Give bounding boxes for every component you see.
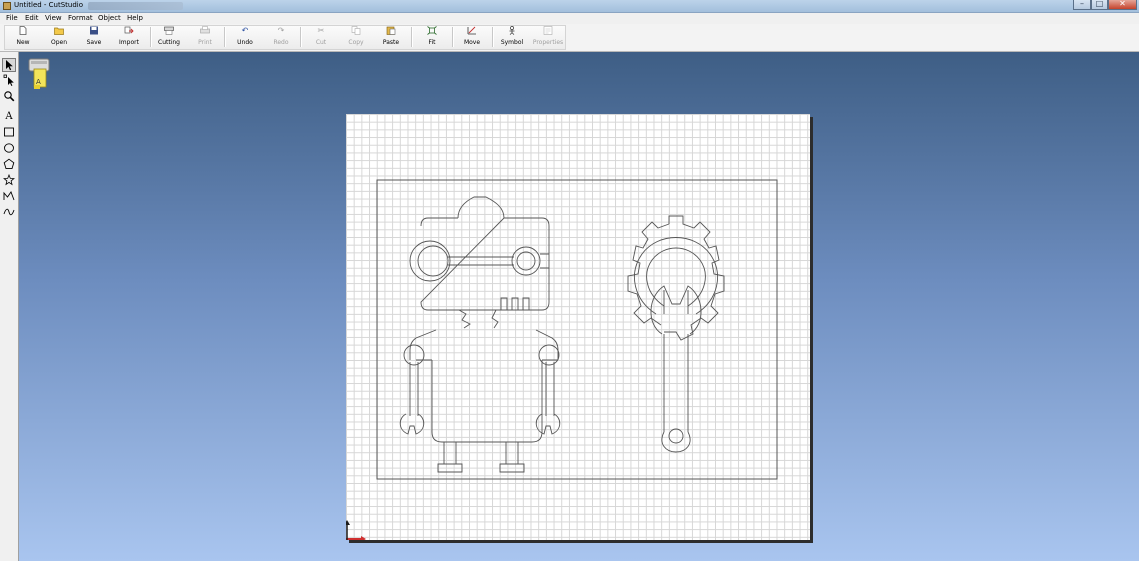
symbol-button-label: Symbol (500, 39, 524, 46)
maximize-button[interactable]: □ (1091, 0, 1108, 10)
printer-icon (200, 26, 210, 35)
import-button-label: Import (119, 39, 139, 46)
move-button-label: Move (463, 39, 481, 46)
cutting-button-label: Cutting (158, 39, 180, 46)
new-document-icon (18, 26, 28, 35)
select-tool[interactable] (2, 58, 16, 72)
polyline-tool[interactable] (2, 190, 16, 204)
menu-edit[interactable]: Edit (25, 14, 39, 22)
cut-button[interactable]: ✂ Cut (308, 25, 334, 49)
new-button-label: New (16, 39, 30, 46)
edit-points-icon (3, 74, 14, 86)
menu-help[interactable]: Help (127, 14, 143, 22)
save-button-label: Save (86, 39, 102, 46)
ellipse-tool[interactable] (2, 142, 16, 156)
toolbar-separator (452, 27, 454, 47)
rectangle-tool[interactable] (2, 126, 16, 140)
print-button-label: Print (198, 39, 212, 46)
fit-button-label: Fit (428, 39, 436, 46)
open-button-label: Open (50, 39, 68, 46)
menu-format[interactable]: Format (68, 14, 93, 22)
print-button[interactable]: Print (192, 25, 218, 49)
svg-text:A: A (36, 78, 41, 86)
symbol-button[interactable]: Symbol (497, 25, 527, 49)
minimize-icon: – (1080, 0, 1084, 8)
polyline-icon (3, 191, 15, 201)
freehand-curve-icon (3, 208, 15, 216)
cutstudio-app-icon[interactable] (3, 2, 11, 10)
import-button[interactable]: Import (115, 25, 143, 49)
fit-view-icon (427, 26, 437, 35)
toolbar-separator (224, 27, 226, 47)
redo-arrow-icon: ↷ (277, 26, 285, 35)
symbol-figure-icon (507, 26, 517, 35)
open-button[interactable]: Open (46, 25, 72, 49)
undo-arrow-icon: ↶ (241, 26, 249, 35)
close-icon: ✕ (1119, 0, 1126, 8)
star-icon (3, 173, 15, 186)
toolbar-separator (411, 27, 413, 47)
fit-button[interactable]: Fit (419, 25, 445, 49)
save-button[interactable]: Save (81, 25, 107, 49)
menu-file[interactable]: File (6, 14, 18, 22)
properties-button-label: Properties (532, 39, 564, 46)
cutting-machine-icon[interactable]: A (25, 57, 53, 91)
new-button[interactable]: New (10, 25, 36, 49)
window-title: Untitled - CutStudio (14, 1, 84, 9)
title-bar: Untitled - CutStudio – □ ✕ (0, 0, 1139, 13)
move-axes-icon (467, 26, 477, 35)
copy-button-label: Copy (348, 39, 364, 46)
import-icon (124, 26, 134, 35)
polygon-tool[interactable] (2, 158, 16, 172)
zoom-tool[interactable] (2, 90, 16, 104)
toolbar-separator (150, 27, 152, 47)
copy-button[interactable]: Copy (343, 25, 369, 49)
drawing-toolbox: A (0, 52, 19, 561)
bounding-rectangle[interactable] (376, 179, 778, 480)
menu-object[interactable]: Object (98, 14, 121, 22)
menu-bar: File Edit View Format Object Help (0, 13, 1139, 24)
select-arrow-icon (6, 60, 13, 71)
ellipse-icon (4, 143, 14, 153)
properties-button[interactable]: Properties (531, 25, 565, 49)
close-button[interactable]: ✕ (1108, 0, 1137, 10)
star-tool[interactable] (2, 173, 16, 188)
cut-button-label: Cut (315, 39, 327, 46)
scissors-icon: ✂ (317, 26, 325, 35)
text-icon: A (5, 111, 13, 122)
freehand-curve-tool[interactable] (2, 206, 16, 220)
copy-pages-icon (351, 26, 361, 35)
open-folder-icon (54, 26, 64, 35)
maximize-icon: □ (1095, 0, 1104, 8)
save-disk-icon (89, 26, 99, 35)
paste-button[interactable]: Paste (378, 25, 404, 49)
redo-button-label: Redo (273, 39, 289, 46)
paste-button-label: Paste (382, 39, 400, 46)
edit-points-tool[interactable] (2, 74, 16, 88)
properties-icon (543, 26, 553, 35)
blurred-title-region (88, 2, 183, 10)
undo-button[interactable]: ↶ Undo (232, 25, 258, 49)
origin-axes (346, 520, 366, 540)
menu-view[interactable]: View (45, 14, 62, 22)
cutting-button[interactable]: Cutting (154, 25, 184, 49)
undo-button-label: Undo (237, 39, 253, 46)
toolbar-separator (300, 27, 302, 47)
minimize-button[interactable]: – (1073, 0, 1091, 10)
paste-clipboard-icon (386, 26, 396, 35)
cutting-sheet[interactable] (346, 114, 810, 540)
move-button[interactable]: Move (459, 25, 485, 49)
cutting-plotter-icon (164, 26, 174, 35)
gear-wrench-outline[interactable] (627, 215, 725, 453)
zoom-icon (4, 91, 15, 102)
toolbar-separator (492, 27, 494, 47)
workspace-area[interactable]: A (19, 52, 1139, 561)
redo-button[interactable]: ↷ Redo (268, 25, 294, 49)
main-toolbar: New Open Save Import Cutting Print ↶ Und… (0, 24, 1139, 52)
polygon-icon (3, 158, 15, 170)
robot-outline[interactable] (399, 196, 561, 473)
rectangle-icon (4, 127, 14, 137)
text-tool[interactable]: A (2, 110, 16, 124)
